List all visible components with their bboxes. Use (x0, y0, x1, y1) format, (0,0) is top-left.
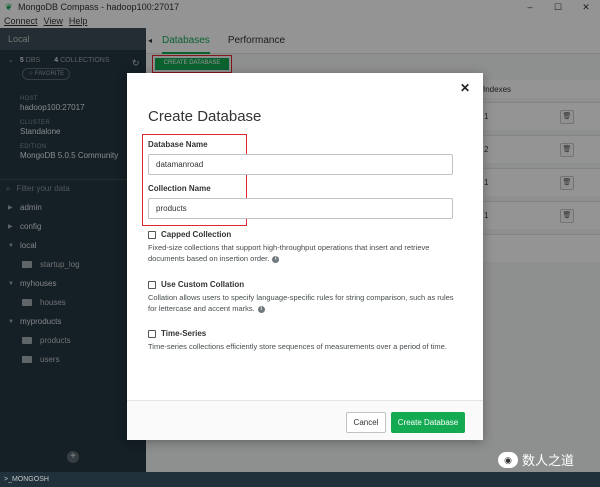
info-icon[interactable]: i (272, 255, 280, 263)
close-icon[interactable]: ✕ (460, 81, 470, 95)
custom-collation-description: Collation allows users to specify langua… (148, 293, 454, 313)
capped-collection-description: Fixed-size collections that support high… (148, 243, 430, 263)
custom-collation-checkbox[interactable] (148, 280, 156, 289)
mongosh-bar[interactable]: >_MONGOSH (0, 472, 600, 487)
custom-collation-label: Use Custom Collation (161, 280, 245, 289)
modal-footer: Cancel Create Database (127, 400, 483, 440)
create-database-submit-button[interactable]: Create Database (391, 412, 465, 433)
capped-collection-label: Capped Collection (161, 230, 232, 239)
option-custom-collation: Use Custom Collation Collation allows us… (148, 280, 463, 314)
time-series-description: Time-series collections efficiently stor… (148, 342, 447, 351)
info-icon[interactable]: i (257, 305, 265, 313)
option-time-series: Time-Series Time-series collections effi… (148, 329, 463, 352)
watermark-text: 数人之道 (522, 453, 575, 468)
option-capped-collection: Capped Collection Fixed-size collections… (148, 230, 463, 264)
watermark: ◉ 数人之道 (498, 450, 574, 469)
create-database-modal: ✕ Create Database Database Name datamanr… (127, 73, 483, 440)
database-name-label: Database Name (148, 140, 208, 149)
collection-name-input[interactable]: products (148, 198, 453, 219)
database-name-input[interactable]: datamanroad (148, 154, 453, 175)
time-series-checkbox[interactable] (148, 329, 156, 338)
collection-name-label: Collection Name (148, 184, 211, 193)
capped-collection-checkbox[interactable] (148, 230, 156, 239)
time-series-label: Time-Series (161, 329, 207, 338)
wechat-icon: ◉ (498, 451, 518, 468)
cancel-button[interactable]: Cancel (346, 412, 386, 433)
modal-title: Create Database (148, 108, 262, 125)
